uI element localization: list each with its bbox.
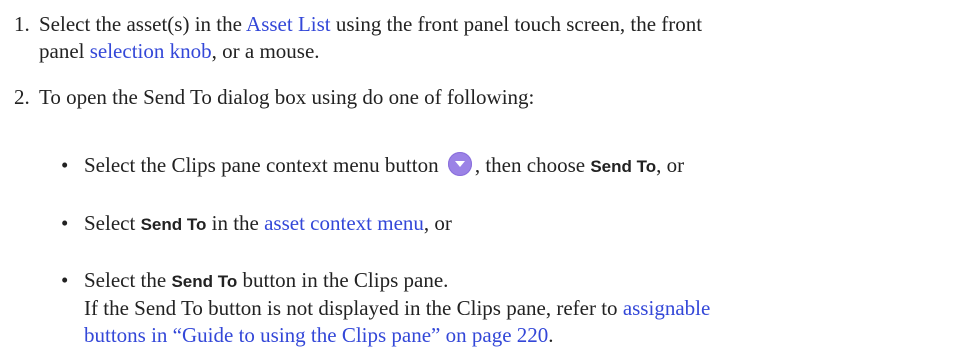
bullet-list: • Select the Send To button in the Clips… [61, 267, 965, 349]
step-text-fragment: , or a mouse. [211, 39, 320, 63]
bullet-list: • Select Send To in the asset context me… [61, 210, 965, 238]
bullet-item-send-to-button: • Select the Send To button in the Clips… [61, 267, 965, 349]
bullet-dot: • [61, 211, 69, 235]
bullet-text: button in the Clips pane. [237, 268, 449, 292]
bullet-dot: • [61, 153, 69, 177]
send-to-label: Send To [171, 272, 238, 291]
step-2: 2. To open the Send To dialog box using d… [14, 84, 965, 111]
document-page: 1. Select the asset(s) in the Asset List … [0, 0, 975, 352]
assignable-buttons-link-continued[interactable]: buttons in “Guide to using the Clips pan… [84, 323, 548, 347]
assignable-buttons-link[interactable]: assignable [623, 296, 710, 320]
context-menu-chevron-icon[interactable] [447, 152, 472, 176]
bullet-dot: • [61, 268, 69, 292]
bullet-text: Select the Clips pane context menu butto… [84, 153, 444, 177]
step-number: 2. [14, 85, 30, 109]
step-text: Select the asset(s) in the [39, 12, 247, 36]
send-to-label: Send To [140, 215, 207, 234]
bullet-item-asset-context-menu: • Select Send To in the asset context me… [61, 210, 965, 238]
bullet-item-context-menu: • Select the Clips pane context menu but… [61, 152, 965, 180]
step-1: 1. Select the asset(s) in the Asset List … [14, 11, 965, 65]
bullet-text: , or [423, 211, 452, 235]
bullet-text: in the [206, 211, 265, 235]
bullet-text: Select the [84, 268, 172, 292]
step-text: panel selection knob, or a mouse. [14, 39, 320, 63]
step-text-fragment: panel [39, 39, 90, 63]
step-text: using the front panel touch screen, the … [330, 12, 703, 36]
bullet-text: . [548, 323, 554, 347]
step-number: 1. [14, 12, 30, 36]
bullet-list: • Select the Clips pane context menu but… [61, 152, 965, 180]
bullet-text: If the Send To button is not displayed i… [84, 296, 623, 320]
send-to-label: Send To [590, 157, 657, 176]
bullet-text: , then choose [474, 153, 591, 177]
asset-context-menu-link[interactable]: asset context menu [264, 211, 424, 235]
step-text: To open the Send To dialog box using do … [39, 85, 535, 109]
asset-list-link[interactable]: Asset List [246, 12, 331, 36]
selection-knob-link[interactable]: selection knob [90, 39, 212, 63]
bullet-text: Select [84, 211, 141, 235]
bullet-text: , or [656, 153, 685, 177]
